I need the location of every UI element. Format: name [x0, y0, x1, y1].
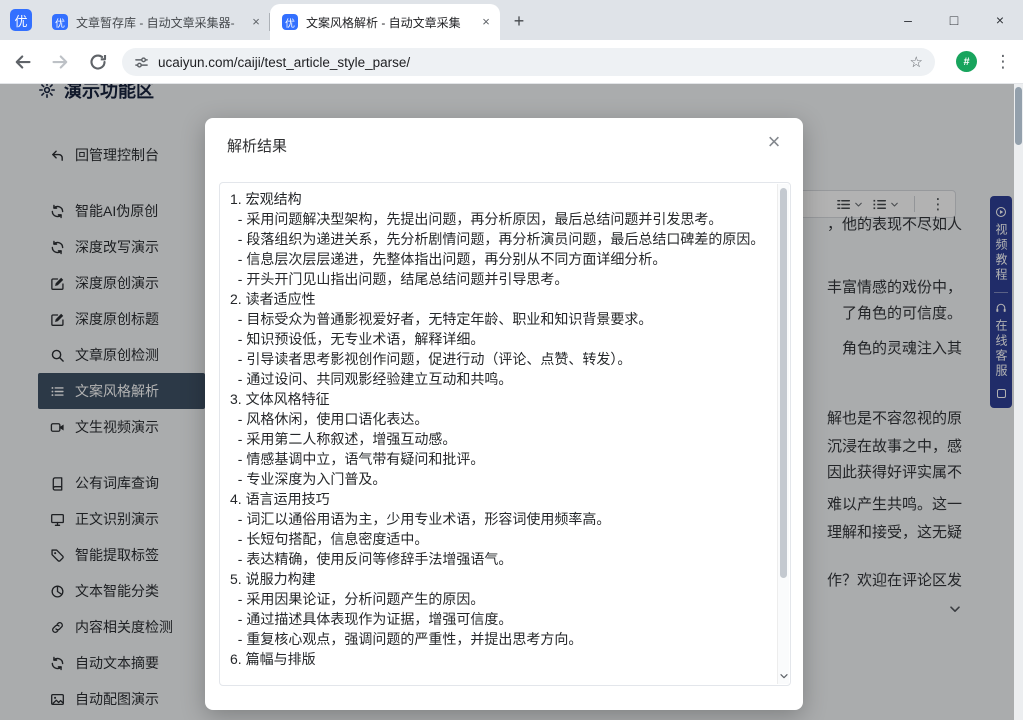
profile-avatar[interactable]: # [956, 51, 977, 72]
tab-title: 文章暂存库 - 自动文章采集器- [76, 14, 240, 31]
tab-favicon: 优 [282, 14, 298, 30]
tab-favicon: 优 [52, 14, 68, 30]
browser-tab[interactable]: 优 文章暂存库 - 自动文章采集器- × [40, 4, 270, 40]
tab-strip: 优 优 文章暂存库 - 自动文章采集器- × 优 文案风格解析 - 自动文章采集… [0, 0, 1023, 40]
browser-window: 优 优 文章暂存库 - 自动文章采集器- × 优 文案风格解析 - 自动文章采集… [0, 0, 1023, 720]
url-text[interactable]: ucaiyun.com/caiji/test_article_style_par… [158, 55, 901, 70]
browser-tab[interactable]: 优 文案风格解析 - 自动文章采集 × [270, 4, 500, 40]
tab-list: 优 文章暂存库 - 自动文章采集器- × 优 文案风格解析 - 自动文章采集 × [40, 0, 500, 40]
maximize-button[interactable]: □ [931, 0, 977, 40]
scrollbar-down-icon[interactable] [778, 670, 790, 682]
browser-logo: 优 [10, 9, 32, 31]
back-icon[interactable] [13, 52, 33, 72]
browser-toolbar: ucaiyun.com/caiji/test_article_style_par… [0, 40, 1023, 84]
new-tab-button[interactable]: + [506, 8, 532, 34]
dialog-scrollbar[interactable] [777, 184, 789, 684]
tab-title: 文案风格解析 - 自动文章采集 [306, 14, 470, 31]
browser-menu-icon[interactable]: ⋮ [991, 50, 1015, 74]
site-settings-icon[interactable] [134, 55, 149, 70]
close-button[interactable]: × [977, 0, 1023, 40]
minimize-button[interactable]: – [885, 0, 931, 40]
forward-icon[interactable] [50, 52, 70, 72]
dialog-close-icon[interactable]: × [759, 127, 789, 157]
dialog-title: 解析结果 [227, 135, 287, 156]
tab-close-icon[interactable]: × [478, 14, 494, 30]
page-scrollbar[interactable] [1014, 84, 1023, 720]
dialog-body: 1. 宏观结构 - 采用问题解决型架构，先提出问题，再分析原因，最后总结问题并引… [219, 182, 791, 686]
refresh-icon[interactable] [88, 52, 108, 72]
parse-result-dialog: 解析结果 × 1. 宏观结构 - 采用问题解决型架构，先提出问题，再分析原因，最… [205, 118, 803, 710]
dialog-scrollbar-thumb[interactable] [780, 188, 787, 578]
url-bar[interactable]: ucaiyun.com/caiji/test_article_style_par… [122, 48, 935, 76]
window-controls: – □ × [885, 0, 1023, 40]
page-content: 演示功能区 回管理控制台 智能AI伪原创 深度改写演示 深度原创演示 深度原创标… [0, 84, 1023, 720]
bookmark-star-icon[interactable]: ☆ [910, 53, 923, 71]
page-scrollbar-thumb[interactable] [1015, 87, 1022, 145]
tab-close-icon[interactable]: × [248, 14, 264, 30]
parse-result-text: 1. 宏观结构 - 采用问题解决型架构，先提出问题，再分析原因，最后总结问题并引… [220, 183, 775, 669]
